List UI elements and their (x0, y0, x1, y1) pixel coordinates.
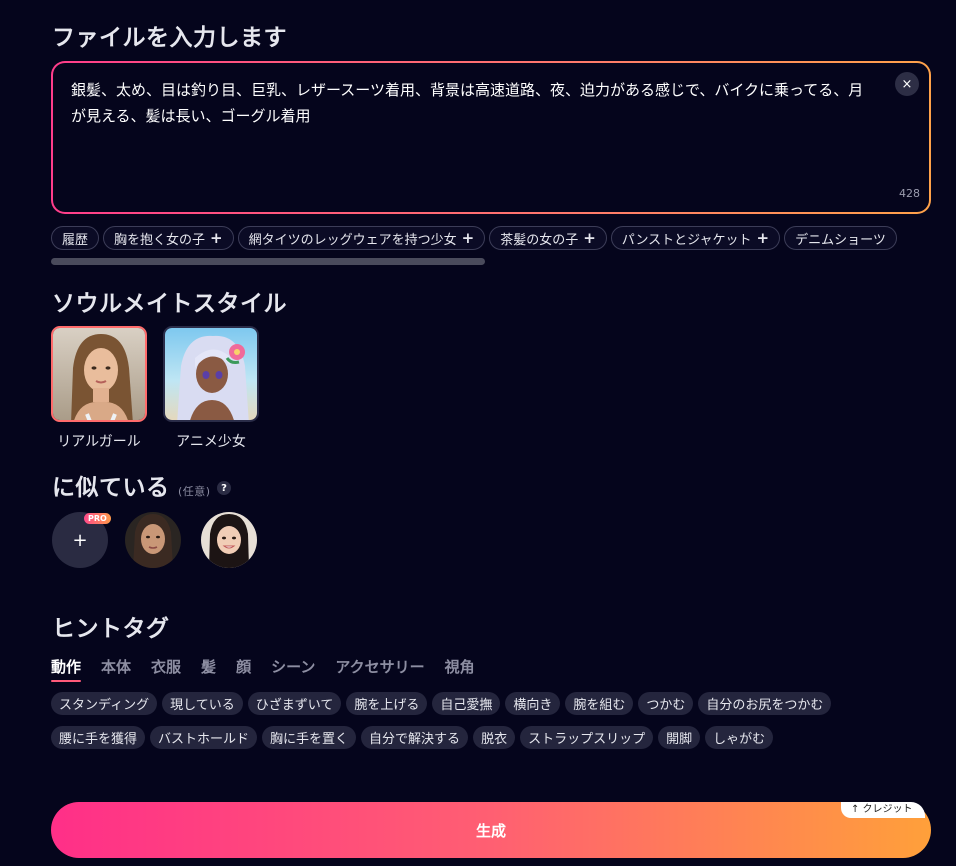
hint-tag[interactable]: 現している (162, 692, 243, 715)
style-card-anime-girl[interactable] (163, 326, 259, 422)
hint-tag[interactable]: つかむ (638, 692, 694, 715)
horizontal-scrollbar[interactable] (51, 258, 485, 265)
plus-icon: + (756, 229, 770, 247)
suggestion-chip[interactable]: 胸を抱く女の子 + (103, 226, 234, 250)
history-chip[interactable]: 履歴 (51, 226, 100, 250)
style-label-real-girl: リアルガール (57, 434, 141, 450)
hint-tag[interactable]: 自己愛撫 (432, 692, 501, 715)
chip-label: 網タイツのレッグウェアを持つ少女 (248, 232, 457, 248)
chip-label: パンストとジャケット (621, 232, 752, 248)
similar-heading: に似ている (任意) (52, 468, 211, 502)
face-option-1[interactable] (125, 512, 181, 568)
hint-tag[interactable]: 自分のお尻をつかむ (698, 692, 832, 715)
hint-tag[interactable]: ひざまずいて (247, 692, 342, 715)
plus-icon: + (583, 229, 596, 247)
prompt-heading: ファイルを入力します (52, 25, 287, 51)
hint-tag[interactable]: 自分で解決する (361, 726, 469, 749)
face-avatar (201, 512, 257, 568)
tab-face[interactable]: 顔 (236, 656, 251, 677)
generate-button[interactable]: 生成 (51, 802, 931, 858)
pro-badge: PRO (84, 513, 111, 524)
credit-badge: ↑ クレジット (841, 802, 925, 818)
suggestion-chip[interactable]: 網タイツのレッグウェアを持つ少女 + (237, 226, 486, 250)
hint-tag-row-1: スタンディング 現している ひざまずいて 腕を上げる 自己愛撫 横向き 腕を組む つかむ 自分の… (51, 692, 836, 715)
chip-label: 胸を抱く女の子 (114, 232, 206, 248)
chip-label: 履歴 (62, 232, 89, 248)
optional-note: (任意) (178, 485, 211, 498)
suggestion-chip[interactable]: デニムショーツ (784, 226, 897, 250)
real-girl-thumbnail (53, 328, 145, 420)
hint-tag[interactable]: 横向き (505, 692, 561, 715)
style-heading: ソウルメイトスタイル (52, 291, 287, 317)
chip-label: デニムショーツ (795, 232, 886, 248)
hint-tag[interactable]: しゃがむ (705, 726, 774, 749)
generator-page: ファイルを入力します 銀髪、太め、目は釣り目、巨乳、レザースーツ着用、背景は高速… (0, 0, 956, 866)
tab-scene[interactable]: シーン (271, 656, 315, 677)
hint-tag[interactable]: 腕を組む (565, 692, 634, 715)
hint-tag[interactable]: 腰に手を獲得 (51, 726, 146, 749)
face-avatar (125, 512, 181, 568)
suggestion-chip-row[interactable]: 履歴 胸を抱く女の子 + 網タイツのレッグウェアを持つ少女 + 茶髪の女の子 + パンストとジ… (51, 226, 931, 252)
suggestion-chip[interactable]: 茶髪の女の子 + (489, 226, 607, 250)
tab-hair[interactable]: 髪 (201, 656, 216, 677)
tab-action[interactable]: 動作 (51, 656, 82, 682)
tab-body[interactable]: 本体 (101, 656, 131, 677)
hint-tag-row-2: 腰に手を獲得 バストホールド 胸に手を置く 自分で解決する 脱衣 ストラップスリップ 開脚し… (51, 726, 778, 749)
hint-tag[interactable]: バストホールド (150, 726, 258, 749)
plus-icon: + (210, 229, 223, 247)
chip-label: 茶髪の女の子 (500, 232, 579, 248)
style-card-real-girl[interactable] (51, 326, 147, 422)
clear-icon[interactable]: × (895, 72, 919, 96)
prompt-textarea[interactable]: 銀髪、太め、目は釣り目、巨乳、レザースーツ着用、背景は高速道路、夜、迫力がある感… (53, 63, 929, 212)
tab-clothing[interactable]: 衣服 (151, 656, 181, 677)
hint-tag[interactable]: 開脚 (658, 726, 701, 749)
suggestion-chip[interactable]: パンストとジャケット + (610, 226, 781, 250)
anime-girl-thumbnail (165, 328, 257, 420)
tab-view-angle[interactable]: 視角 (445, 656, 475, 677)
hint-tag[interactable]: ストラップスリップ (520, 726, 654, 749)
hint-tabs: 動作 本体 衣服髪顔シーン アクセサリー 視角 (51, 656, 495, 682)
hint-tag[interactable]: 腕を上げる (346, 692, 428, 715)
hint-tag[interactable]: 脱衣 (473, 726, 516, 749)
similar-heading-text: に似ている (52, 475, 170, 501)
hint-tag[interactable]: スタンディング (51, 692, 158, 715)
hints-heading: ヒントタグ (52, 616, 170, 642)
char-count: 428 (899, 187, 920, 200)
prompt-text[interactable]: 銀髪、太め、目は釣り目、巨乳、レザースーツ着用、背景は高速道路、夜、迫力がある感… (71, 77, 869, 129)
help-icon[interactable]: ? (217, 481, 231, 495)
face-option-2[interactable] (201, 512, 257, 568)
prompt-textarea-frame[interactable]: 銀髪、太め、目は釣り目、巨乳、レザースーツ着用、背景は高速道路、夜、迫力がある感… (51, 61, 931, 214)
style-label-anime-girl: アニメ少女 (176, 434, 246, 450)
tab-accessory[interactable]: アクセサリー (335, 656, 424, 677)
plus-icon: + (461, 229, 475, 247)
hint-tag[interactable]: 胸に手を置く (262, 726, 357, 749)
